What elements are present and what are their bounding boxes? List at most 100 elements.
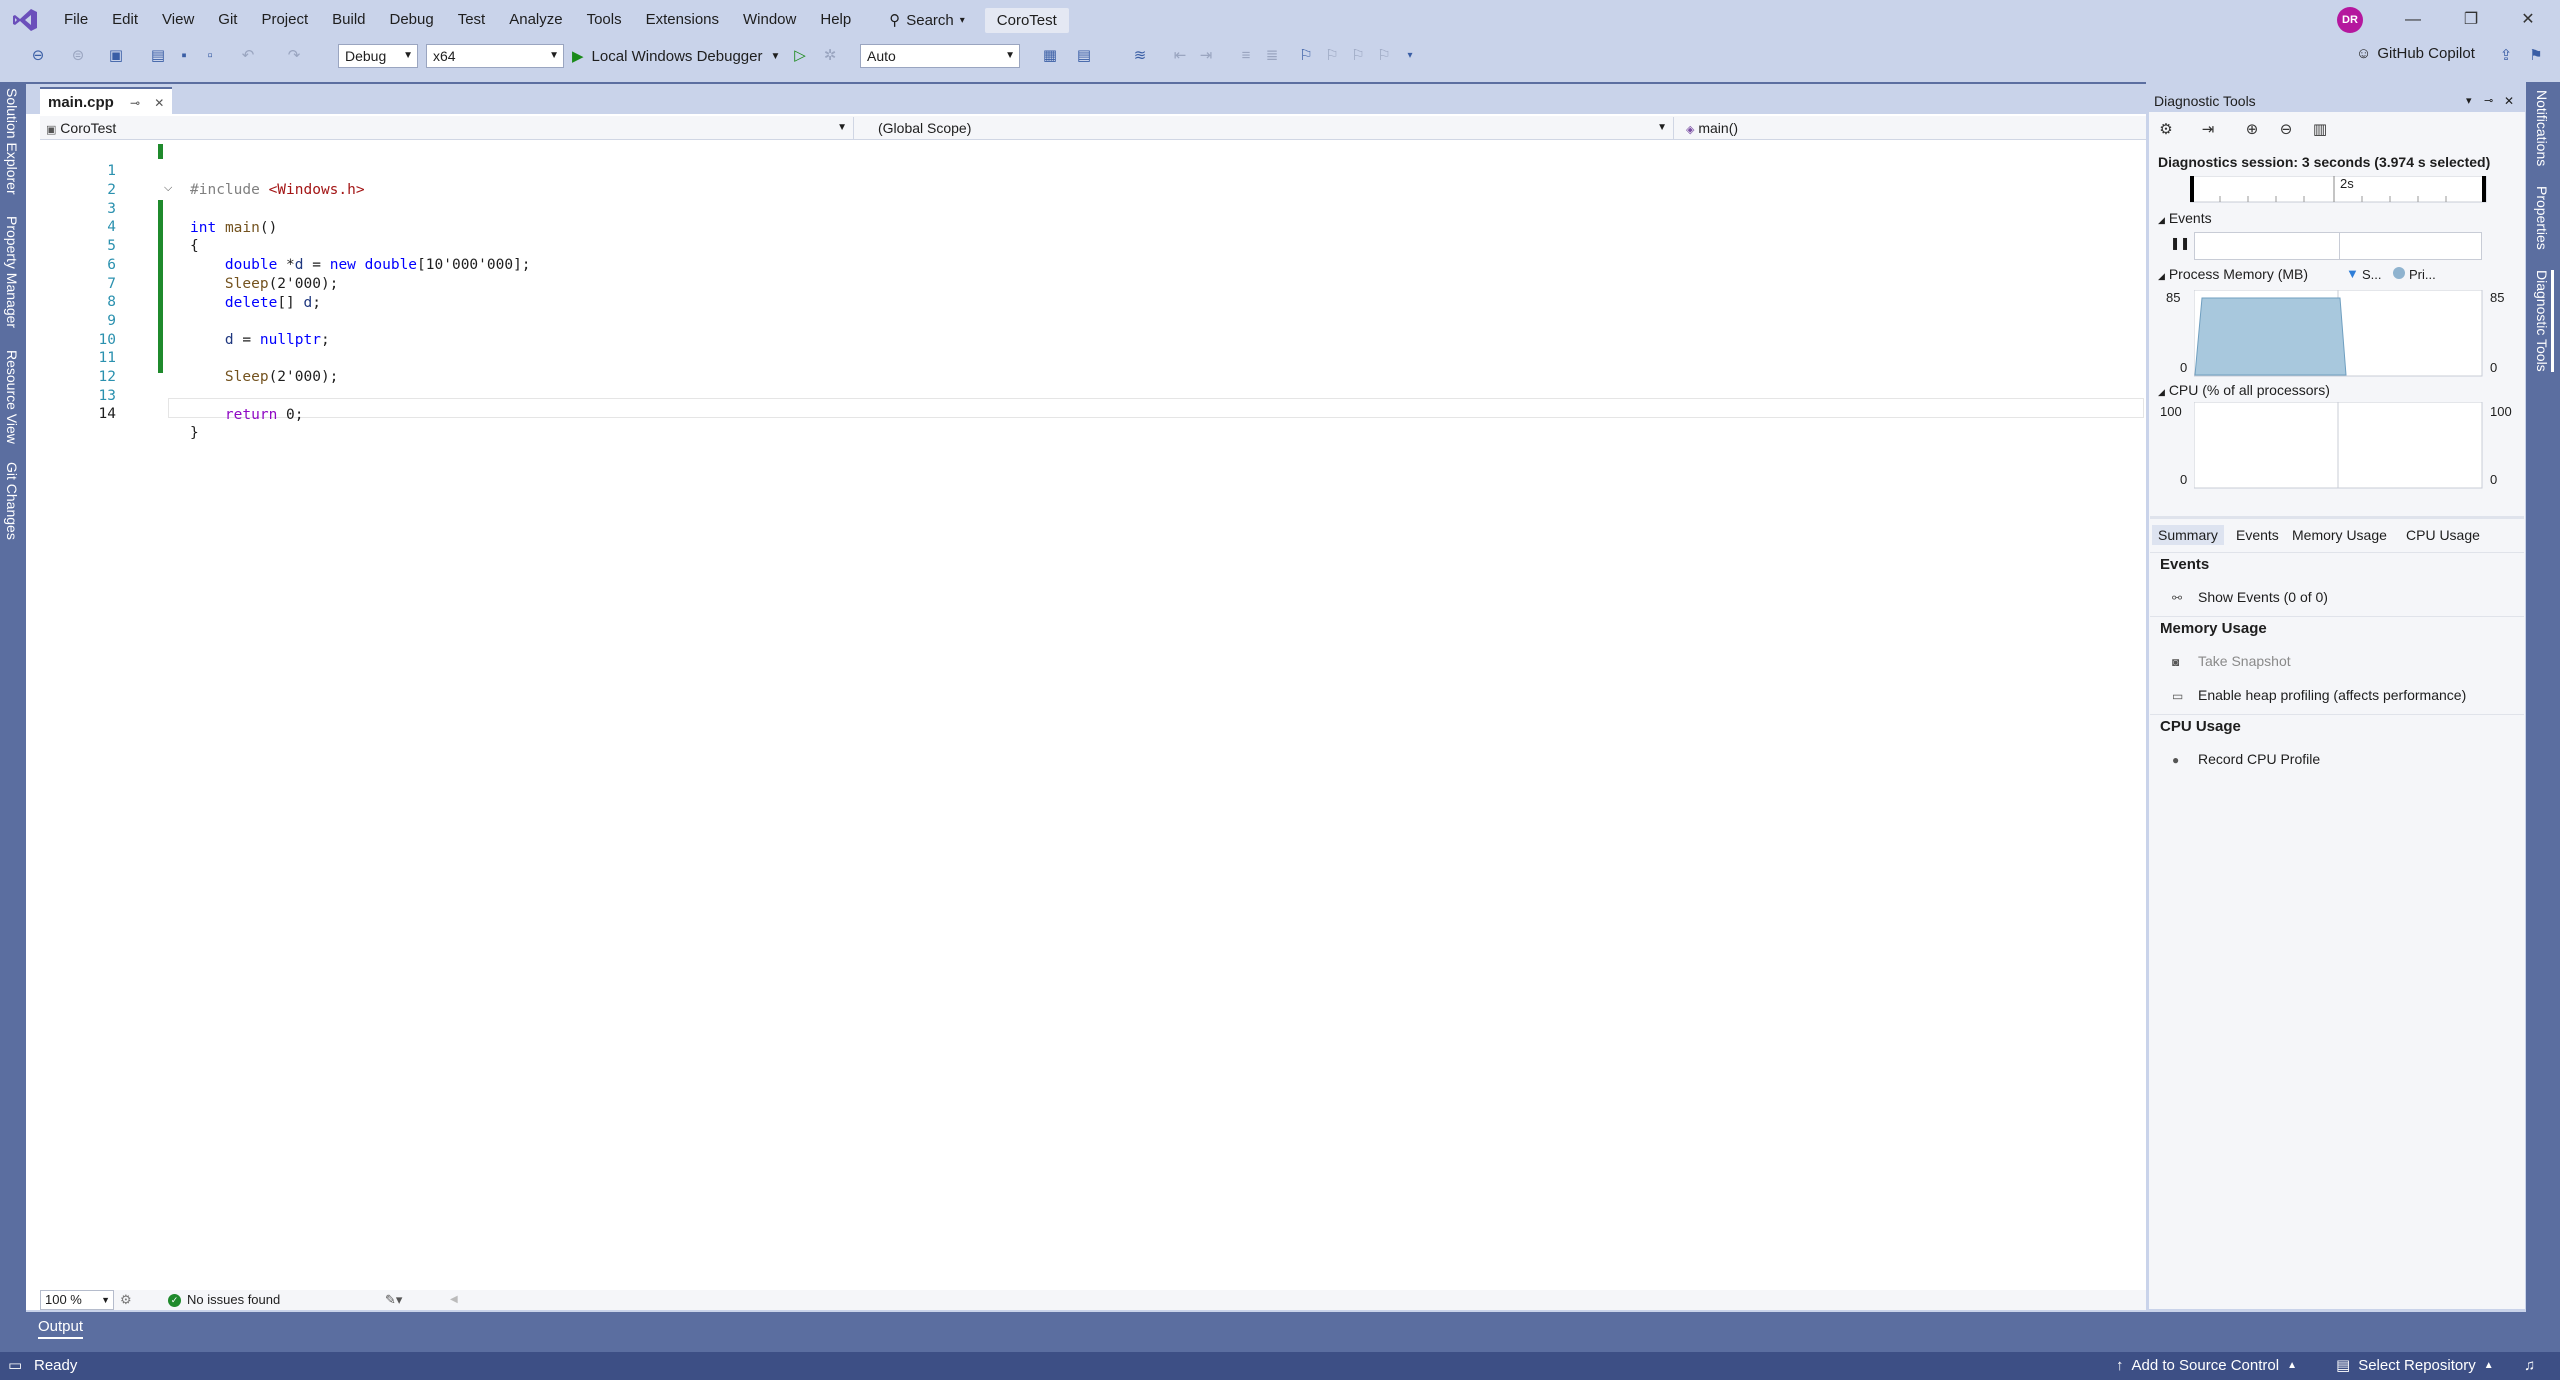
menu-git[interactable]: Git — [206, 0, 249, 40]
splitter[interactable] — [2150, 516, 2524, 519]
tab-resource-view[interactable]: Resource View — [4, 350, 20, 444]
cpu-section-header[interactable]: ◢ CPU (% of all processors) — [2158, 382, 2330, 398]
tab-output[interactable]: Output — [38, 1316, 84, 1339]
tab-main-cpp[interactable]: main.cpp ⊸ ✕ — [40, 87, 173, 114]
menu-test[interactable]: Test — [446, 0, 498, 40]
clear-bookmarks-icon[interactable]: ⚐ — [1374, 46, 1394, 66]
bookmark-icon[interactable]: ⚐ — [1296, 46, 1316, 66]
menu-debug[interactable]: Debug — [378, 0, 446, 40]
cpu-usage-chart[interactable] — [2194, 402, 2484, 490]
uncomment-icon[interactable]: ≣ — [1262, 46, 1282, 66]
record-cpu-profile-button[interactable]: ● Record CPU Profile — [2172, 750, 2320, 769]
reset-view-icon[interactable]: ▥ — [2310, 120, 2330, 140]
pin-icon[interactable]: ⊸ — [2484, 90, 2493, 112]
menu-window[interactable]: Window — [731, 0, 808, 40]
menu-build[interactable]: Build — [320, 0, 377, 40]
memory-section-header[interactable]: ◢ Process Memory (MB) — [2158, 266, 2308, 282]
menu-file[interactable]: File — [52, 0, 100, 40]
tab-notifications[interactable]: Notifications — [2534, 90, 2550, 166]
new-item-icon[interactable]: ▣ — [106, 46, 126, 66]
heap-profiling-button[interactable]: ▭ Enable heap profiling (affects performa… — [2172, 686, 2466, 705]
scope-nav-select[interactable]: (Global Scope) ▼ — [860, 117, 1674, 139]
avatar[interactable]: DR — [2337, 7, 2363, 33]
tab-cpu-usage[interactable]: CPU Usage — [2400, 525, 2486, 545]
chevron-down-icon: ▼ — [549, 50, 559, 61]
toolbar-overflow-icon[interactable]: ▾ — [1400, 46, 1420, 66]
hot-reload-icon[interactable]: ✲ — [820, 46, 840, 66]
menu-project[interactable]: Project — [249, 0, 320, 40]
prev-bookmark-icon[interactable]: ⚐ — [1322, 46, 1342, 66]
menu-help[interactable]: Help — [808, 0, 863, 40]
frame-select[interactable]: Auto ▼ — [860, 44, 1020, 68]
open-file-icon[interactable]: ▤ — [148, 46, 168, 66]
menu-extensions[interactable]: Extensions — [634, 0, 731, 40]
start-without-debugging-icon[interactable]: ▷ — [790, 46, 810, 66]
zoom-select[interactable]: 100 % ▼ — [40, 1290, 114, 1310]
tab-summary[interactable]: Summary — [2152, 525, 2224, 545]
navigate-forward-icon[interactable]: ⊜ — [68, 46, 88, 66]
format-icon[interactable]: ≋ — [1130, 46, 1150, 66]
notifications-bell-icon[interactable]: ♫ — [2524, 1352, 2535, 1380]
layout-icon[interactable]: ▤ — [1074, 46, 1094, 66]
take-snapshot-button[interactable]: ◙ Take Snapshot — [2172, 652, 2291, 671]
code-editor[interactable]: ⌵ 1 #include <Windows.h> 2 3 int main() … — [40, 140, 2146, 1290]
project-nav-select[interactable]: ▣ CoroTest ▼ — [40, 117, 854, 139]
minimize-button[interactable]: — — [2385, 0, 2441, 40]
events-section-header[interactable]: ◢ Events — [2158, 210, 2212, 226]
process-memory-chart[interactable] — [2194, 290, 2484, 378]
live-share-icon[interactable]: ⇪ — [2496, 46, 2516, 66]
scroll-left-icon[interactable]: ◀ — [450, 1290, 458, 1310]
redo-icon[interactable]: ↷ — [284, 46, 304, 66]
pin-icon[interactable]: ⊸ — [130, 96, 140, 110]
outdent-icon[interactable]: ⇤ — [1170, 46, 1190, 66]
tab-memory-usage[interactable]: Memory Usage — [2286, 525, 2393, 545]
close-icon[interactable]: ✕ — [154, 96, 164, 110]
code-line: 4 { — [40, 199, 2140, 254]
tab-events[interactable]: Events — [2230, 525, 2285, 545]
indent-icon[interactable]: ⇥ — [1196, 46, 1216, 66]
menu-tools[interactable]: Tools — [575, 0, 634, 40]
save-icon[interactable]: ▪ — [174, 46, 194, 66]
show-events-link[interactable]: ⚯ Show Events (0 of 0) — [2172, 588, 2328, 607]
code-line: 13 return 0; — [40, 368, 2140, 423]
issues-indicator[interactable]: ✓ No issues found — [168, 1290, 280, 1310]
tab-git-changes[interactable]: Git Changes — [4, 462, 20, 540]
close-window-button[interactable]: ✕ — [2500, 0, 2556, 40]
zoom-in-icon[interactable]: ⊕ — [2242, 120, 2262, 140]
panel-menu-icon[interactable]: ▾ — [2466, 90, 2472, 112]
record-icon: ● — [2172, 753, 2180, 767]
pause-icon[interactable]: ❚❚ — [2170, 236, 2190, 250]
undo-icon[interactable]: ↶ — [238, 46, 258, 66]
settings-icon[interactable]: ⚙ — [2156, 120, 2176, 140]
zoom-out-icon[interactable]: ⊖ — [2276, 120, 2296, 140]
solution-config-select[interactable]: Debug ▼ — [338, 44, 418, 68]
menu-edit[interactable]: Edit — [100, 0, 150, 40]
menu-analyze[interactable]: Analyze — [497, 0, 574, 40]
add-to-source-control-button[interactable]: ↑ Add to Source Control ▲ — [2116, 1352, 2297, 1380]
code-cleanup-icon[interactable]: ✎▾ — [385, 1290, 402, 1310]
events-link-icon: ⚯ — [2172, 591, 2183, 605]
feedback-icon[interactable]: ⚑ — [2526, 46, 2546, 66]
member-nav-select[interactable]: ◈ main() — [1680, 117, 2146, 139]
navigate-back-icon[interactable]: ⊖ — [28, 46, 48, 66]
menu-view[interactable]: View — [150, 0, 206, 40]
start-debugging-button[interactable]: ▶ Local Windows Debugger ▼ — [572, 44, 780, 68]
tab-properties[interactable]: Properties — [2534, 186, 2550, 250]
events-track[interactable] — [2194, 232, 2482, 260]
tab-property-manager[interactable]: Property Manager — [4, 216, 20, 328]
bottom-tool-well: Output — [26, 1312, 2526, 1352]
platform-select[interactable]: x64 ▼ — [426, 44, 564, 68]
solution-explorer-icon[interactable]: ▦ — [1040, 46, 1060, 66]
next-bookmark-icon[interactable]: ⚐ — [1348, 46, 1368, 66]
restore-button[interactable]: ❐ — [2443, 0, 2499, 40]
save-all-icon[interactable]: ▫ — [200, 46, 220, 66]
select-repository-button[interactable]: ▤ Select Repository ▲ — [2336, 1352, 2494, 1380]
comment-icon[interactable]: ≡ — [1236, 46, 1256, 66]
tab-diagnostic-tools[interactable]: Diagnostic Tools — [2534, 270, 2554, 372]
close-icon[interactable]: ✕ — [2504, 90, 2514, 112]
search-button[interactable]: ⚲ Search ▾ — [879, 5, 975, 35]
tab-solution-explorer[interactable]: Solution Explorer — [4, 88, 20, 195]
export-icon[interactable]: ⇥ — [2198, 120, 2218, 140]
intellicode-icon[interactable]: ⚙ — [120, 1290, 132, 1310]
github-copilot-button[interactable]: ☺ GitHub Copilot — [2356, 45, 2475, 62]
